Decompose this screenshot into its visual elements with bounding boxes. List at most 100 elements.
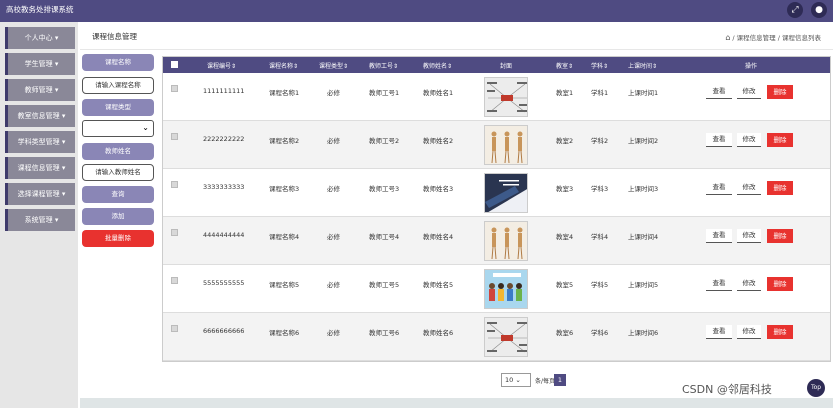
delete-button[interactable]: 删除 <box>767 85 793 99</box>
cell-time: 上课时间1 <box>628 89 659 97</box>
home-icon[interactable]: ⌂ <box>725 33 730 42</box>
watermark-text: CSDN @邻居科技 <box>682 383 772 396</box>
header-course-name[interactable]: 课程名称⇕ <box>269 61 298 70</box>
cell-course-type: 必修 <box>327 89 340 97</box>
edit-button[interactable]: 修改 <box>737 229 761 243</box>
cover-image <box>484 125 528 165</box>
cell-course-name: 课程名称2 <box>269 137 300 145</box>
header-course-no[interactable]: 课程编号⇕ <box>207 61 236 70</box>
sidebar-item-course-selection[interactable]: 选择课程管理 ▾ <box>5 183 75 205</box>
delete-button[interactable]: 删除 <box>767 277 793 291</box>
teacher-name-input[interactable]: 请输入教师姓名 <box>82 164 154 181</box>
cell-teacher-name: 教师姓名6 <box>423 329 454 337</box>
edit-button[interactable]: 修改 <box>737 85 761 99</box>
delete-button[interactable]: 删除 <box>767 229 793 243</box>
header-teacher-no[interactable]: 教师工号⇕ <box>369 61 398 70</box>
cell-teacher-name: 教师姓名5 <box>423 281 454 289</box>
sidebar-item-classrooms[interactable]: 教室信息管理 ▾ <box>5 105 75 127</box>
view-button[interactable]: 查看 <box>706 85 732 99</box>
cell-course-name: 课程名称1 <box>269 89 300 97</box>
sidebar-item-courses[interactable]: 课程信息管理 ▾ <box>5 157 75 179</box>
table-row: 3333333333 课程名称3 必修 教师工号3 教师姓名3 教室3 学科3 … <box>163 169 830 217</box>
table-row: 6666666666 课程名称6 必修 教师工号6 教师姓名6 教室6 学科6 … <box>163 313 830 361</box>
cell-course-no: 6666666666 <box>203 327 245 335</box>
row-checkbox[interactable] <box>171 229 178 236</box>
cover-image <box>484 269 528 309</box>
cell-course-name: 课程名称4 <box>269 233 300 241</box>
page-title: 课程信息管理 <box>92 32 137 41</box>
cell-classroom: 教室3 <box>556 185 574 193</box>
sidebar-item-system[interactable]: 系统管理 ▾ <box>5 209 75 231</box>
course-type-label: 课程类型 <box>82 99 154 116</box>
cell-teacher-name: 教师姓名1 <box>423 89 454 97</box>
course-type-select[interactable]: ⌄ <box>82 120 154 137</box>
row-checkbox[interactable] <box>171 133 178 140</box>
page-size-label: 条/每页 <box>535 378 556 385</box>
breadcrumb: ⌂ / 课程信息管理 / 课程信息列表 <box>725 32 821 42</box>
query-button[interactable]: 查询 <box>82 186 154 203</box>
cell-teacher-no: 教师工号5 <box>369 281 400 289</box>
expand-icon[interactable]: ⤢ <box>787 2 803 18</box>
row-checkbox[interactable] <box>171 325 178 332</box>
header-cover: 封面 <box>500 63 513 70</box>
select-all-checkbox[interactable] <box>171 61 178 68</box>
header-teacher-name[interactable]: 教师姓名⇕ <box>423 61 452 70</box>
view-button[interactable]: 查看 <box>706 133 732 147</box>
teacher-name-label: 教师姓名 <box>82 143 154 160</box>
header-time[interactable]: 上课时间⇕ <box>628 61 657 70</box>
view-button[interactable]: 查看 <box>706 277 732 291</box>
cell-time: 上课时间2 <box>628 137 659 145</box>
row-checkbox[interactable] <box>171 85 178 92</box>
row-checkbox[interactable] <box>171 277 178 284</box>
header-subject[interactable]: 学科⇕ <box>591 61 608 70</box>
back-to-top-button[interactable]: Top <box>807 379 825 397</box>
view-button[interactable]: 查看 <box>706 229 732 243</box>
sidebar-item-personal[interactable]: 个人中心 ▾ <box>5 27 75 49</box>
cell-course-type: 必修 <box>327 137 340 145</box>
page-size-select[interactable]: 10 ⌄ <box>501 373 531 387</box>
sidebar-item-subjects[interactable]: 学科类型管理 ▾ <box>5 131 75 153</box>
add-button[interactable]: 添加 <box>82 208 154 225</box>
view-button[interactable]: 查看 <box>706 181 732 195</box>
edit-button[interactable]: 修改 <box>737 181 761 195</box>
cell-subject: 学科3 <box>591 185 609 193</box>
cell-teacher-no: 教师工号6 <box>369 329 400 337</box>
sidebar-item-teachers[interactable]: 教师管理 ▾ <box>5 79 75 101</box>
batch-delete-button[interactable]: 批量删除 <box>82 230 154 247</box>
view-button[interactable]: 查看 <box>706 325 732 339</box>
cell-course-type: 必修 <box>327 281 340 289</box>
cell-time: 上课时间4 <box>628 233 659 241</box>
header-course-type[interactable]: 课程类型⇕ <box>319 61 348 70</box>
sidebar-item-students[interactable]: 学生管理 ▾ <box>5 53 75 75</box>
cover-image <box>484 77 528 117</box>
cell-course-type: 必修 <box>327 329 340 337</box>
cell-teacher-no: 教师工号3 <box>369 185 400 193</box>
cell-classroom: 教室4 <box>556 233 574 241</box>
cell-classroom: 教室1 <box>556 89 574 97</box>
cell-course-no: 5555555555 <box>203 279 245 287</box>
table-row: 5555555555 课程名称5 必修 教师工号5 教师姓名5 教室5 学科5 … <box>163 265 830 313</box>
delete-button[interactable]: 删除 <box>767 181 793 195</box>
page-number-current[interactable]: 1 <box>554 374 566 386</box>
cell-course-name: 课程名称6 <box>269 329 300 337</box>
cell-classroom: 教室6 <box>556 329 574 337</box>
cell-course-no: 3333333333 <box>203 183 245 191</box>
edit-button[interactable]: 修改 <box>737 133 761 147</box>
edit-button[interactable]: 修改 <box>737 277 761 291</box>
cell-subject: 学科2 <box>591 137 609 145</box>
cell-teacher-name: 教师姓名2 <box>423 137 454 145</box>
app-title: 高校教务处排课系统 <box>6 5 74 14</box>
delete-button[interactable]: 删除 <box>767 133 793 147</box>
delete-button[interactable]: 删除 <box>767 325 793 339</box>
header-classroom[interactable]: 教室⇕ <box>556 61 573 70</box>
edit-button[interactable]: 修改 <box>737 325 761 339</box>
cell-teacher-name: 教师姓名3 <box>423 185 454 193</box>
cell-teacher-no: 教师工号1 <box>369 89 400 97</box>
course-name-input[interactable]: 请输入课程名称 <box>82 77 154 94</box>
cell-subject: 学科4 <box>591 233 609 241</box>
breadcrumb-text: / 课程信息管理 / 课程信息列表 <box>732 34 821 42</box>
footer-strip <box>80 398 833 408</box>
row-checkbox[interactable] <box>171 181 178 188</box>
user-icon[interactable]: ● <box>811 2 827 18</box>
cell-teacher-no: 教师工号2 <box>369 137 400 145</box>
